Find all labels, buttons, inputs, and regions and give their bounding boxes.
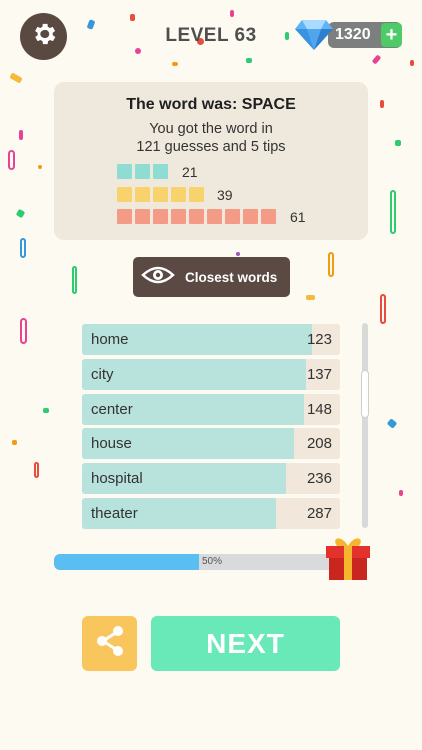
word-score: 123 <box>306 331 332 348</box>
word-row: city 137 <box>82 358 340 390</box>
result-line-1: You got the word in <box>149 121 273 137</box>
guess-square <box>135 164 150 179</box>
scrollbar-thumb[interactable] <box>361 370 369 418</box>
word-score: 208 <box>306 435 332 453</box>
guess-square <box>225 209 240 224</box>
gift-icon[interactable] <box>323 532 373 587</box>
word-row: theater 287 <box>82 498 340 529</box>
word-text: center <box>91 400 133 418</box>
guess-square <box>153 209 168 224</box>
guess-count-close: 21 <box>182 164 198 180</box>
add-coins-button[interactable]: + <box>381 23 402 47</box>
share-button[interactable] <box>82 616 137 671</box>
guess-square <box>171 187 186 202</box>
guess-square <box>117 187 132 202</box>
word-text: city <box>91 365 114 383</box>
guess-square <box>243 209 258 224</box>
word-row: center 148 <box>82 393 340 425</box>
next-button[interactable]: NEXT <box>151 616 340 671</box>
eye-icon <box>141 264 175 291</box>
word-score: 236 <box>306 470 332 488</box>
word-text: home <box>91 331 129 348</box>
word-text: theater <box>91 505 138 522</box>
guess-count-medium: 39 <box>217 187 233 203</box>
word-score: 148 <box>306 400 332 418</box>
word-row: home 123 <box>82 324 340 355</box>
guess-square <box>261 209 276 224</box>
scrollbar-track[interactable] <box>362 323 368 528</box>
guess-square <box>117 209 132 224</box>
closest-words-label: Closest words <box>185 269 278 285</box>
guess-square <box>153 187 168 202</box>
word-score: 287 <box>306 505 332 522</box>
guess-count-far: 61 <box>290 209 306 225</box>
word-score: 137 <box>306 365 332 383</box>
word-text: hospital <box>91 470 143 488</box>
guess-bar-far <box>117 209 276 224</box>
guess-square <box>171 209 186 224</box>
word-row: hospital 236 <box>82 463 340 495</box>
guess-square <box>153 164 168 179</box>
closest-words-button[interactable]: Closest words <box>133 257 290 297</box>
guess-square <box>135 209 150 224</box>
result-title: The word was: SPACE <box>126 96 296 113</box>
guess-bar-close <box>117 164 168 179</box>
result-line-2: 121 guesses and 5 tips <box>136 139 286 155</box>
guess-square <box>189 187 204 202</box>
coin-value: 1320 <box>335 26 371 43</box>
guess-square <box>117 164 132 179</box>
guess-square <box>135 187 150 202</box>
guess-square <box>189 209 204 224</box>
word-row: house 208 <box>82 428 340 460</box>
guess-bar-medium <box>117 187 204 202</box>
word-text: house <box>91 435 132 453</box>
word-closeness-fill <box>82 358 307 390</box>
diamond-icon <box>294 16 334 57</box>
guess-square <box>207 209 222 224</box>
share-icon <box>93 624 127 663</box>
